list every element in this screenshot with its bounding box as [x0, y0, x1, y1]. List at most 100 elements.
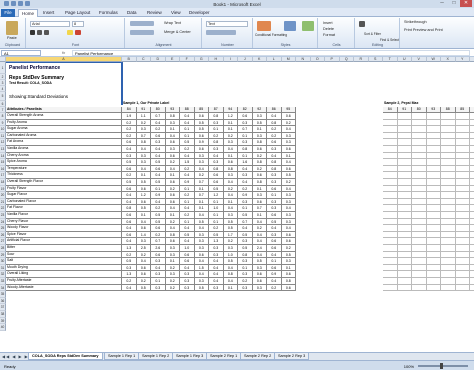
sample2-cell[interactable]	[397, 258, 412, 265]
data-cell[interactable]: 0.3	[223, 139, 238, 146]
data-cell[interactable]: 0.3	[281, 218, 296, 226]
sample2-cell[interactable]	[426, 192, 441, 199]
data-cell[interactable]: 0.4	[194, 165, 209, 173]
sample2-cell[interactable]	[412, 113, 427, 120]
tab-page-layout[interactable]: Page Layout	[62, 9, 93, 17]
sample2-cell[interactable]	[470, 179, 474, 186]
sample2-cell[interactable]	[455, 198, 470, 206]
row-header[interactable]: 36	[0, 297, 6, 305]
sample2-cell[interactable]	[397, 225, 412, 232]
paste-icon[interactable]	[6, 21, 18, 35]
sample2-cell[interactable]	[383, 238, 398, 245]
data-cell[interactable]: 0.4	[223, 278, 238, 285]
data-cell[interactable]: 0.3	[223, 172, 238, 179]
column-header[interactable]: J	[238, 57, 253, 62]
sample2-cell[interactable]	[426, 198, 441, 206]
data-cell[interactable]: 0.2	[165, 284, 180, 292]
zoom-level[interactable]: 100%	[404, 364, 414, 369]
sample2-cell[interactable]	[470, 133, 474, 140]
sample2-cell[interactable]	[470, 159, 474, 166]
data-cell[interactable]: 0.9	[238, 192, 253, 199]
data-cell[interactable]: 0.2	[281, 119, 296, 127]
sample2-cell[interactable]	[441, 271, 456, 278]
data-cell[interactable]: 0.3	[267, 231, 282, 239]
data-cell[interactable]: 0.4	[238, 179, 253, 186]
sample2-cell[interactable]	[383, 185, 398, 193]
fill-color-icon[interactable]	[67, 30, 73, 35]
data-cell[interactable]: 0.2	[267, 132, 282, 140]
data-cell[interactable]: 0.2	[165, 218, 180, 226]
sample2-cell[interactable]	[412, 245, 427, 252]
data-cell[interactable]: 0.4	[281, 126, 296, 133]
sample2-cell[interactable]	[455, 225, 470, 232]
data-cell[interactable]: 0.4	[267, 251, 282, 259]
sample2-cell[interactable]	[397, 113, 412, 120]
data-cell[interactable]: 0.6	[267, 245, 282, 252]
data-cell[interactable]: 0.7	[252, 205, 267, 212]
data-cell[interactable]: 0.2	[252, 165, 267, 173]
data-cell[interactable]: 0.3	[194, 238, 209, 245]
data-cell[interactable]: 0.1	[194, 185, 209, 193]
sample2-cell[interactable]	[441, 245, 456, 252]
autosum-icon[interactable]	[359, 21, 365, 27]
sample2-cell[interactable]	[397, 126, 412, 133]
data-cell[interactable]: 0.5	[267, 218, 282, 226]
data-cell[interactable]: 1.2	[209, 192, 224, 199]
data-cell[interactable]: 0.3	[209, 146, 224, 153]
data-cell[interactable]: 0.6	[209, 172, 224, 179]
sample2-cell[interactable]	[412, 185, 427, 193]
data-cell[interactable]: 0.3	[209, 284, 224, 292]
data-cell[interactable]: 0.8	[252, 179, 267, 186]
data-cell[interactable]: 0.8	[165, 113, 180, 120]
data-cell[interactable]: 0.8	[209, 139, 224, 146]
underline-icon[interactable]	[44, 30, 49, 35]
data-cell[interactable]: 0.6	[267, 139, 282, 146]
data-cell[interactable]: 0.8	[281, 278, 296, 285]
sample2-cell[interactable]	[470, 265, 474, 272]
sample2-cell[interactable]	[441, 126, 456, 133]
sample2-cell[interactable]	[455, 271, 470, 278]
sample2-cell[interactable]	[397, 198, 412, 206]
sample2-cell[interactable]	[412, 146, 427, 153]
data-cell[interactable]: 0.3	[194, 231, 209, 239]
data-cell[interactable]: 0.8	[136, 139, 151, 146]
sample2-cell[interactable]	[455, 113, 470, 120]
data-cell[interactable]: 0.4	[122, 238, 137, 245]
column-header[interactable]: V	[412, 57, 427, 62]
sample2-cell[interactable]	[397, 278, 412, 285]
sample2-cell[interactable]	[455, 238, 470, 245]
sample2-cell[interactable]	[426, 179, 441, 186]
data-cell[interactable]: 0.5	[136, 284, 151, 292]
data-cell[interactable]: 1.2	[223, 113, 238, 120]
data-cell[interactable]: 0.4	[267, 152, 282, 160]
sample2-cell[interactable]	[470, 285, 474, 292]
data-cell[interactable]: 0.2	[136, 251, 151, 259]
sample2-cell[interactable]	[397, 264, 412, 272]
data-cell[interactable]: 0.7	[194, 179, 209, 186]
sample2-cell[interactable]	[455, 146, 470, 153]
data-cell[interactable]: 0.1	[180, 185, 195, 193]
data-cell[interactable]: 0.4	[151, 264, 166, 272]
data-cell[interactable]: 0.4	[252, 251, 267, 259]
data-cell[interactable]: 0.2	[194, 172, 209, 179]
data-cell[interactable]: 0.1	[281, 152, 296, 160]
data-cell[interactable]: 0.5	[151, 179, 166, 186]
sample2-cell[interactable]	[441, 284, 456, 292]
sample2-cell[interactable]	[397, 165, 412, 173]
sample2-cell[interactable]	[470, 238, 474, 245]
sample2-cell[interactable]	[470, 186, 474, 193]
sample2-cell[interactable]	[383, 179, 398, 186]
data-cell[interactable]: 0.7	[238, 126, 253, 133]
data-cell[interactable]: 0.3	[281, 198, 296, 206]
sample2-cell[interactable]	[412, 179, 427, 186]
data-cell[interactable]: 0.1	[252, 212, 267, 219]
data-cell[interactable]: 0.1	[223, 119, 238, 127]
data-cell[interactable]: 0.6	[281, 284, 296, 292]
column-header[interactable]: U	[397, 57, 412, 62]
sample2-cell[interactable]	[412, 238, 427, 245]
data-cell[interactable]: 0.5	[209, 185, 224, 193]
data-cell[interactable]: 0.4	[180, 225, 195, 232]
data-cell[interactable]: 0.4	[238, 225, 253, 232]
data-cell[interactable]: 0.4	[165, 132, 180, 140]
data-cell[interactable]: 0.1	[209, 218, 224, 226]
